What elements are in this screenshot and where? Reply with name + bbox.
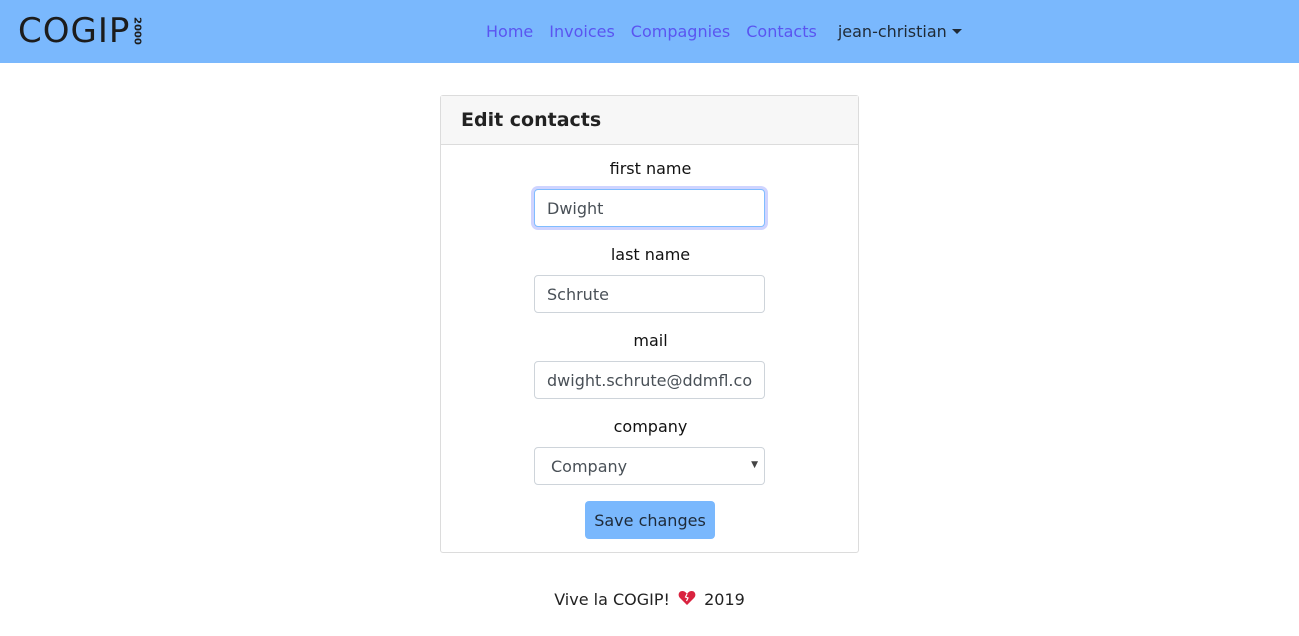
nav-link-compagnies[interactable]: Compagnies <box>631 22 730 41</box>
brand-name: COGIP <box>18 11 131 51</box>
nav-link-home[interactable]: Home <box>486 22 533 41</box>
last-name-input[interactable] <box>534 275 765 313</box>
caret-down-icon <box>951 29 962 34</box>
first-name-input[interactable] <box>534 189 765 227</box>
mail-group: mail <box>441 329 860 353</box>
edit-contact-card: Edit contacts first name last name mail … <box>440 95 859 553</box>
last-name-label: last name <box>610 245 691 264</box>
footer-text: Vive la COGIP! <box>554 590 670 609</box>
last-name-group: last name <box>441 243 860 267</box>
save-changes-button[interactable]: Save changes <box>585 501 715 539</box>
navbar: COGIP 2000 Home Invoices Compagnies Cont… <box>0 0 1299 63</box>
user-name: jean-christian <box>837 21 947 41</box>
user-dropdown[interactable]: jean-christian <box>838 22 962 41</box>
card-title: Edit contacts <box>461 109 602 131</box>
nav-links: Home Invoices Compagnies Contacts jean-c… <box>486 19 962 43</box>
select-arrow-icon: ▼ <box>751 460 758 470</box>
company-label: company <box>613 417 688 436</box>
heart-icon <box>678 589 696 613</box>
first-name-group: first name <box>441 157 860 181</box>
footer: Vive la COGIP! 2019 <box>0 588 1299 613</box>
footer-year: 2019 <box>704 590 745 609</box>
mail-label: mail <box>633 331 668 350</box>
nav-link-invoices[interactable]: Invoices <box>549 22 615 41</box>
brand-sub: 2000 <box>131 17 143 45</box>
card-header: Edit contacts <box>441 96 858 145</box>
brand-logo[interactable]: COGIP 2000 <box>18 11 143 51</box>
nav-link-contacts[interactable]: Contacts <box>746 22 817 41</box>
mail-input[interactable] <box>534 361 765 399</box>
company-select[interactable]: Company ▼ <box>534 447 765 485</box>
company-select-value: Company <box>551 456 628 476</box>
first-name-label: first name <box>609 159 692 178</box>
company-group: company <box>441 415 860 439</box>
